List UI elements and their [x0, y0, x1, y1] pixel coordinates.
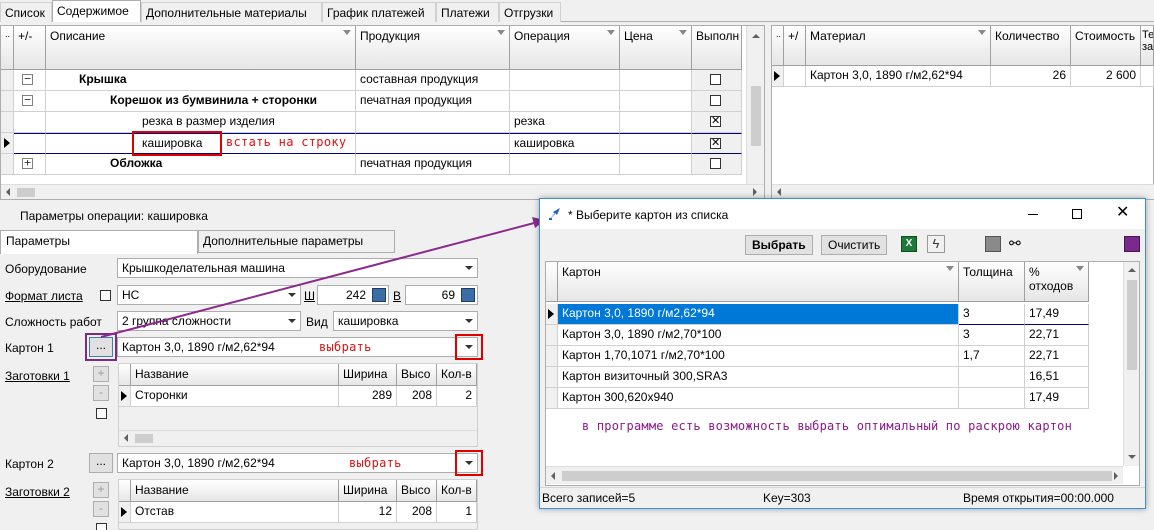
app-logo-icon — [548, 207, 562, 221]
status-open-time: Время открытия=00:00.000 — [963, 491, 1114, 505]
dialog-title: * Выберите картон из списка — [568, 208, 729, 222]
dialog-titlebar: * Выберите картон из списка ✕ — [540, 199, 1145, 229]
scroll-thumb[interactable] — [562, 471, 1112, 481]
row-indicator — [546, 325, 558, 346]
close-icon[interactable]: ✕ — [1116, 205, 1129, 221]
carton-name-cell[interactable]: Картон 1,70,1071 г/м2,70*100 — [558, 346, 959, 367]
scroll-down-icon[interactable] — [1128, 455, 1136, 459]
current-row-pointer-icon — [548, 309, 554, 319]
maximize-icon[interactable] — [1072, 209, 1082, 219]
row-indicator — [546, 367, 558, 388]
binoculars-icon[interactable]: ⚯ — [1009, 236, 1027, 252]
carton-grid-indicator-header — [546, 262, 558, 302]
carton-name-cell[interactable]: Картон 3,0, 1890 г/м2,62*94 — [558, 304, 959, 325]
dialog-status-bar: Всего записей=5 Key=303 Время открытия=0… — [540, 487, 1145, 508]
carton-header-thickness[interactable]: Толщина — [959, 262, 1025, 302]
app-logo-svg — [549, 208, 560, 220]
carton-thickness-cell[interactable] — [959, 367, 1025, 388]
excel-export-icon[interactable]: X — [901, 236, 917, 252]
carton-waste-cell[interactable]: 22,71 — [1025, 325, 1089, 346]
carton-thickness-cell[interactable] — [959, 388, 1025, 409]
carton-thickness-cell[interactable]: 3 — [959, 304, 1025, 325]
filter-icon[interactable] — [985, 236, 1001, 252]
choose-carton-dialog: * Выберите картон из списка ✕ Выбрать Оч… — [539, 198, 1146, 509]
row-indicator — [546, 304, 558, 325]
carton-waste-cell[interactable]: 16,51 — [1025, 367, 1089, 388]
carton-waste-cell[interactable]: 17,49 — [1025, 388, 1089, 409]
carton-waste-cell[interactable]: 17,49 — [1025, 304, 1089, 325]
scroll-thumb[interactable] — [1127, 280, 1137, 370]
header-label: % отходов — [1029, 265, 1074, 293]
scroll-right-icon[interactable] — [1114, 472, 1118, 480]
choose-button-label: Выбрать — [752, 238, 806, 252]
carton-thickness-cell[interactable]: 1,7 — [959, 346, 1025, 367]
carton-name-cell[interactable]: Картон 300,620x940 — [558, 388, 959, 409]
carton-name-cell[interactable]: Картон 3,0, 1890 г/м2,70*100 — [558, 325, 959, 346]
optimal-cut-note: в программе есть возможность выбрать опт… — [582, 419, 1073, 433]
status-total-records: Всего записей=5 — [542, 491, 636, 505]
carton-header-waste[interactable]: % отходов — [1025, 262, 1089, 302]
scroll-up-icon[interactable] — [1128, 268, 1136, 272]
carton-waste-cell[interactable]: 22,71 — [1025, 346, 1089, 367]
carton-thickness-cell[interactable]: 3 — [959, 325, 1025, 346]
lightning-icon[interactable]: ϟ — [927, 235, 945, 253]
carton-grid-hscroll[interactable] — [546, 466, 1123, 484]
clear-button[interactable]: Очистить — [821, 235, 888, 255]
carton-name-cell[interactable]: Картон визиточный 300,SRA3 — [558, 367, 959, 388]
carton-header-name[interactable]: Картон — [558, 262, 959, 302]
row-indicator — [546, 346, 558, 367]
scroll-left-icon[interactable] — [551, 472, 555, 480]
minimize-icon[interactable] — [1028, 214, 1038, 215]
header-label: Картон — [562, 265, 601, 279]
book-icon[interactable] — [1124, 236, 1140, 252]
row-indicator — [546, 388, 558, 409]
carton-grid-vscroll[interactable] — [1123, 262, 1139, 466]
clear-button-label: Очистить — [828, 238, 881, 252]
choose-button[interactable]: Выбрать — [745, 235, 813, 255]
status-key: Key=303 — [763, 491, 811, 505]
